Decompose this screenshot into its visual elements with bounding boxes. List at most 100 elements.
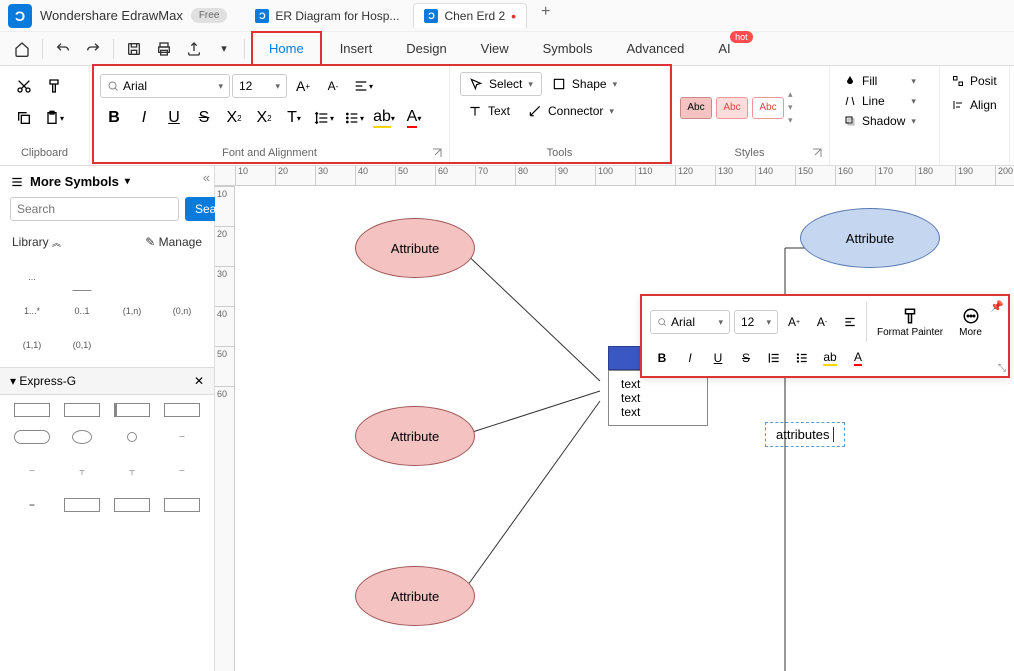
font-family-select[interactable]: Arial ▾ [100, 74, 230, 98]
redo-button[interactable] [79, 35, 107, 63]
exp-shape[interactable] [114, 498, 150, 512]
tab-chen-erd[interactable]: Ͻ Chen Erd 2 • [413, 3, 527, 28]
menu-view[interactable]: View [465, 33, 525, 64]
increase-font-button[interactable]: A+ [289, 72, 317, 100]
attribute-node-4[interactable]: Attribute [800, 208, 940, 268]
exp-shape[interactable]: ─ [160, 457, 204, 485]
exp-shape[interactable]: ─ [10, 457, 54, 485]
exp-shape[interactable] [164, 403, 200, 417]
menu-advanced[interactable]: Advanced [610, 33, 700, 64]
share-button[interactable] [180, 35, 208, 63]
card-sym[interactable]: (0,1) [60, 331, 104, 359]
home-icon[interactable] [8, 35, 36, 63]
manage-button[interactable]: ✎ Manage [145, 235, 202, 249]
float-bullets[interactable] [790, 346, 814, 370]
float-more[interactable]: More [953, 305, 988, 340]
card-sym[interactable]: (1,n) [110, 297, 154, 325]
card-sym[interactable]: (0,n) [160, 297, 204, 325]
exp-shape[interactable]: ┬ [110, 457, 154, 485]
expand-icon[interactable] [431, 147, 443, 159]
float-underline[interactable]: U [706, 346, 730, 370]
font-color-button[interactable]: A▾ [400, 104, 428, 132]
subscript-button[interactable]: X2 [250, 104, 278, 132]
exp-shape[interactable] [114, 403, 150, 417]
float-size-select[interactable]: 12▾ [734, 310, 778, 334]
close-section-icon[interactable]: ✕ [194, 374, 204, 388]
float-bold[interactable]: B [650, 346, 674, 370]
card-sym[interactable]: 0..1 [60, 297, 104, 325]
sidebar-header[interactable]: More Symbols ▾ [0, 166, 214, 197]
menu-design[interactable]: Design [390, 33, 462, 64]
style-swatch-2[interactable]: Abc [716, 97, 748, 119]
float-expand-icon[interactable]: ⤡ [998, 363, 1006, 374]
collapse-sidebar-icon[interactable]: « [203, 170, 210, 185]
bullet-list-button[interactable]: ▾ [340, 104, 368, 132]
pin-icon[interactable]: 📌 [990, 300, 1004, 313]
copy-button[interactable] [10, 104, 38, 132]
float-italic[interactable]: I [678, 346, 702, 370]
attribute-node-3[interactable]: Attribute [355, 566, 475, 626]
card-sym[interactable] [160, 263, 204, 291]
card-sym[interactable] [110, 263, 154, 291]
undo-button[interactable] [49, 35, 77, 63]
position-button[interactable]: Posit [950, 72, 999, 90]
print-button[interactable] [150, 35, 178, 63]
style-scroller[interactable]: ▴▾▾ [788, 89, 793, 126]
canvas[interactable]: Attribute Attribute Attribute Attribute … [235, 186, 1014, 671]
text-tool[interactable]: Text [460, 100, 518, 122]
exp-shape[interactable] [64, 498, 100, 512]
format-brush-button[interactable] [40, 72, 68, 100]
exp-shape[interactable]: ═ [10, 491, 54, 519]
decrease-font-button[interactable]: A- [319, 72, 347, 100]
underline-button[interactable]: U [160, 104, 188, 132]
highlight-button[interactable]: ab▾ [370, 104, 398, 132]
bold-button[interactable]: B [100, 104, 128, 132]
attribute-node-1[interactable]: Attribute [355, 218, 475, 278]
superscript-button[interactable]: X2 [220, 104, 248, 132]
cut-button[interactable] [10, 72, 38, 100]
italic-button[interactable]: I [130, 104, 158, 132]
exp-shape[interactable] [14, 430, 50, 444]
fill-button[interactable]: Fill▾ [840, 72, 920, 90]
tab-er-diagram[interactable]: Ͻ ER Diagram for Hosp... [245, 3, 409, 28]
card-sym[interactable] [110, 331, 154, 359]
float-font-select[interactable]: Arial▾ [650, 310, 730, 334]
search-input[interactable] [10, 197, 179, 221]
new-tab-button[interactable]: + [531, 3, 560, 28]
exp-shape[interactable] [14, 403, 50, 417]
editing-text-node[interactable]: attributes [765, 422, 845, 447]
menu-ai[interactable]: AI hot [702, 33, 746, 64]
float-strike[interactable]: S [734, 346, 758, 370]
exp-shape[interactable] [110, 423, 154, 451]
attribute-node-2[interactable]: Attribute [355, 406, 475, 466]
float-align[interactable] [838, 310, 862, 334]
font-size-select[interactable]: 12 ▾ [232, 74, 287, 98]
select-tool[interactable]: Select ▾ [460, 72, 542, 96]
card-sym[interactable] [72, 263, 92, 291]
library-toggle[interactable]: Library ︽ [12, 235, 61, 249]
menu-home[interactable]: Home [251, 31, 322, 66]
shadow-button[interactable]: Shadow▾ [840, 112, 920, 130]
section-express-g[interactable]: ▾ Express-G ✕ [0, 367, 214, 395]
connector-tool[interactable]: Connector ▾ [520, 100, 622, 122]
card-sym[interactable]: 1...* [10, 297, 54, 325]
card-sym[interactable]: ... [10, 263, 54, 291]
shape-tool[interactable]: Shape ▾ [544, 73, 625, 95]
text-direction-button[interactable]: T▾ [280, 104, 308, 132]
line-spacing-button[interactable]: ▾ [310, 104, 338, 132]
style-swatch-3[interactable]: Abc [752, 97, 784, 119]
exp-shape[interactable]: ┬ [60, 457, 104, 485]
strikethrough-button[interactable]: S [190, 104, 218, 132]
card-sym[interactable] [160, 331, 204, 359]
style-swatch-1[interactable]: Abc [680, 97, 712, 119]
float-decrease-font[interactable]: A- [810, 310, 834, 334]
align-button[interactable]: Align [950, 96, 999, 114]
paste-button[interactable]: ▾ [40, 104, 68, 132]
float-format-painter[interactable]: Format Painter [871, 305, 949, 340]
menu-symbols[interactable]: Symbols [527, 33, 609, 64]
float-increase-font[interactable]: A+ [782, 310, 806, 334]
line-button[interactable]: Line▾ [840, 92, 920, 110]
float-highlight[interactable]: ab [818, 346, 842, 370]
exp-shape[interactable] [164, 498, 200, 512]
float-line-spacing[interactable] [762, 346, 786, 370]
